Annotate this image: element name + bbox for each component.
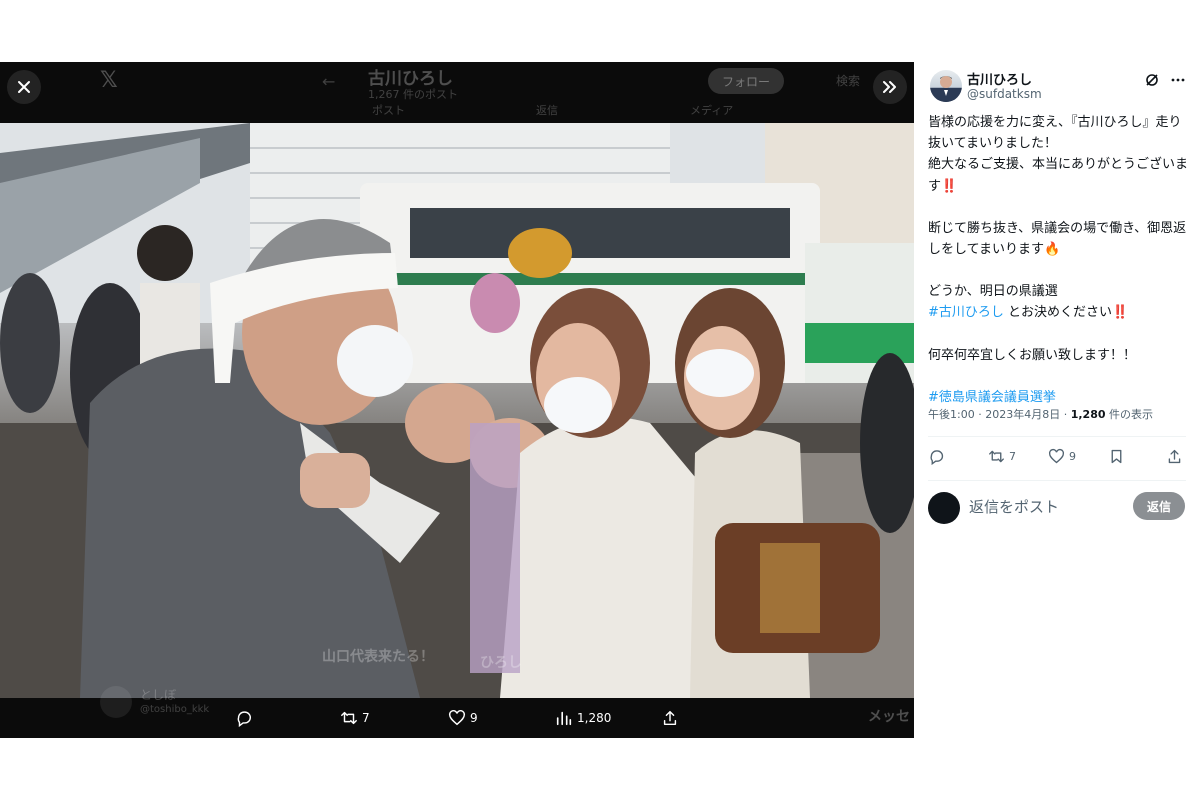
bookmark-icon [1111,449,1122,464]
back-arrow-icon: ← [322,72,336,91]
bg-tab-replies: 返信 [536,104,558,117]
like-count: 9 [1069,450,1076,463]
share-icon [663,710,677,726]
tweet-detail-pane: 古川ひろし @sufdatksm 皆様の応援を力に変え、『古川ひろし』走り抜いて… [914,62,1200,738]
grok-button[interactable] [1144,72,1160,88]
photo-scene [0,123,914,698]
collapse-panel-icon [883,81,896,93]
viewer-action-bar: 7 9 1,280 [0,698,914,738]
divider-top [928,436,1186,437]
viewer-share-button[interactable] [661,708,679,728]
tweet-photo[interactable] [0,123,914,698]
retweet-icon [341,711,357,725]
bg-follow-button: フォロー [708,68,784,94]
reply-icon [930,450,944,465]
reply-input[interactable]: 返信をポスト [969,496,1059,517]
tweet-line-5-rest: とお決めください‼️ [1003,305,1129,321]
viewer-views-count: 1,280 [577,711,612,725]
hashtag-link-election[interactable]: #徳島県議会議員選挙 [928,387,1190,408]
bookmark-button[interactable] [1108,448,1125,465]
tweet-views-count: 1,280 [1070,408,1106,421]
viewer-reply-button[interactable] [235,708,257,728]
views-icon [556,711,572,726]
bg-profile-subtitle: 1,267 件のポスト [368,88,458,101]
close-icon [18,81,30,93]
close-button[interactable] [7,70,41,104]
tweet-line-4: どうか、明日の県議選 [928,284,1058,300]
viewer-like-button[interactable]: 9 [448,708,478,728]
viewer-like-count: 9 [470,711,478,725]
bg-tab-media: メディア [690,104,734,117]
grok-icon [1146,74,1158,86]
author-avatar[interactable] [930,70,962,102]
tweet-line-2: 絶大なるご支援、本当にありがとうございます‼️ [928,157,1189,194]
reply-button[interactable] [928,448,945,465]
viewer-views-button[interactable]: 1,280 [555,708,611,728]
divider-bottom [928,480,1186,481]
share-icon [1168,449,1181,464]
author-name[interactable]: 古川ひろし [967,69,1032,88]
more-button[interactable] [1170,72,1186,88]
tweet-date[interactable]: 2023年4月8日 [985,408,1060,421]
reply-submit-button[interactable]: 返信 [1133,492,1185,520]
like-button[interactable]: 9 [1048,448,1076,465]
x-logo-icon: 𝕏 [100,68,118,93]
retweet-count: 7 [1009,450,1016,463]
tweet-meta: 午後1:00 · 2023年4月8日 · 1,280 件の表示 [928,408,1153,421]
tweet-line-6: 何卒何卒宜しくお願い致します！！ [928,347,1137,363]
tweet-action-bar: 7 9 [928,448,1186,468]
hashtag-link-furukawa[interactable]: #古川ひろし [928,305,1004,320]
retweet-button[interactable]: 7 [988,448,1016,465]
share-button[interactable] [1166,448,1183,465]
media-viewer: 𝕏 ← 古川ひろし 1,267 件のポスト ポスト 返信 メディア フォロー 検… [0,62,914,738]
tweet-line-1: 皆様の応援を力に変え、『古川ひろし』走り抜いてまいりました！ [928,115,1182,152]
bg-banner-text-2: ひろし [480,655,522,671]
bg-search-label: 検索 [836,74,861,88]
viewer-retweet-button[interactable]: 7 [340,708,370,728]
tweet-line-3: 断じて勝ち抜き、県議会の場で働き、御恩返しをしてまいります🔥 [928,220,1187,258]
bg-tab-posts: ポスト [372,104,405,117]
tweet-time[interactable]: 午後1:00 [928,408,975,421]
bg-banner-text: 山口代表来たる！ [322,649,434,665]
retweet-icon [989,450,1004,463]
collapse-panel-button[interactable] [873,70,907,104]
author-handle[interactable]: @sufdatksm [967,87,1042,101]
author-avatar-image [935,76,957,102]
more-icon [1171,78,1185,82]
viewer-retweet-count: 7 [362,711,370,725]
tweet-line-5: #古川ひろし とお決めください‼️ [928,302,1190,323]
tweet-views-label: 件の表示 [1109,408,1153,421]
like-icon [1048,448,1065,464]
current-user-avatar[interactable] [928,492,960,524]
like-icon [449,710,465,726]
tweet-text: 皆様の応援を力に変え、『古川ひろし』走り抜いてまいりました！ 絶大なるご支援、本… [928,112,1190,408]
reply-icon [237,711,251,727]
